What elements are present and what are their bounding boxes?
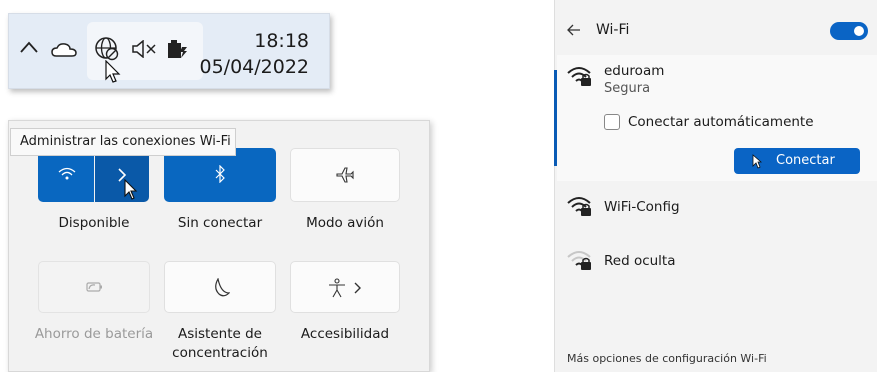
toggle-knob <box>854 26 864 36</box>
globe-no-connection-icon[interactable] <box>94 36 120 62</box>
tooltip: Administrar las conexiones Wi-Fi <box>10 128 236 156</box>
back-arrow-icon[interactable] <box>567 24 581 36</box>
wifi-lock-weak-icon <box>567 249 593 271</box>
clock-time[interactable]: 18:18 <box>254 30 309 52</box>
wifi-panel-title: Wi-Fi <box>596 22 630 38</box>
network-name: eduroam <box>604 63 665 79</box>
accessibility-button[interactable] <box>290 261 400 313</box>
wifi-toggle-switch[interactable] <box>830 22 868 40</box>
airplane-mode-button[interactable] <box>290 148 400 202</box>
chevron-right-icon <box>353 281 361 295</box>
more-wifi-settings-link[interactable]: Más opciones de configuración Wi-Fi <box>567 352 767 365</box>
tile-label-wifi: Disponible <box>58 215 130 231</box>
airplane-icon <box>336 166 354 184</box>
moon-icon <box>212 278 230 298</box>
chevron-up-icon[interactable] <box>19 40 39 54</box>
network-name: WiFi-Config <box>604 199 680 215</box>
auto-connect-label: Conectar automáticamente <box>628 114 814 130</box>
wifi-icon <box>58 167 76 181</box>
network-status: Segura <box>604 81 651 96</box>
mouse-cursor-icon <box>124 179 138 201</box>
connect-button-label: Conectar <box>776 153 835 168</box>
selection-indicator <box>554 70 557 166</box>
mouse-cursor-icon <box>752 154 762 169</box>
battery-saver-button[interactable] <box>38 261 150 313</box>
focus-assist-button[interactable] <box>164 261 276 313</box>
auto-connect-checkbox[interactable] <box>604 114 620 130</box>
bluetooth-toggle-button[interactable] <box>164 148 276 202</box>
mouse-cursor-icon <box>105 60 121 84</box>
tile-label-airplane: Modo avión <box>306 215 384 231</box>
connect-button[interactable]: Conectar <box>734 148 860 174</box>
tile-label-bluetooth: Sin conectar <box>177 215 263 231</box>
accessibility-icon <box>328 278 346 298</box>
clock-date[interactable]: 05/04/2022 <box>199 56 309 78</box>
wifi-lock-icon <box>567 65 593 87</box>
network-name: Red oculta <box>604 253 676 269</box>
taskbar-tray: 18:18 05/04/2022 <box>8 13 330 89</box>
speaker-muted-icon[interactable] <box>131 40 159 58</box>
tile-label-battery-saver: Ahorro de batería <box>34 326 154 342</box>
wifi-manage-button[interactable] <box>95 148 149 202</box>
battery-charging-icon[interactable] <box>166 39 188 59</box>
tile-label-accessibility: Accesibilidad <box>300 326 390 342</box>
tile-label-focus-assist: Asistente de concentración <box>172 326 268 361</box>
battery-saver-icon <box>86 280 104 294</box>
onedrive-cloud-icon[interactable] <box>51 42 77 58</box>
wifi-toggle-button[interactable] <box>38 148 94 202</box>
wifi-lock-icon <box>567 195 593 217</box>
bluetooth-icon <box>214 165 226 183</box>
